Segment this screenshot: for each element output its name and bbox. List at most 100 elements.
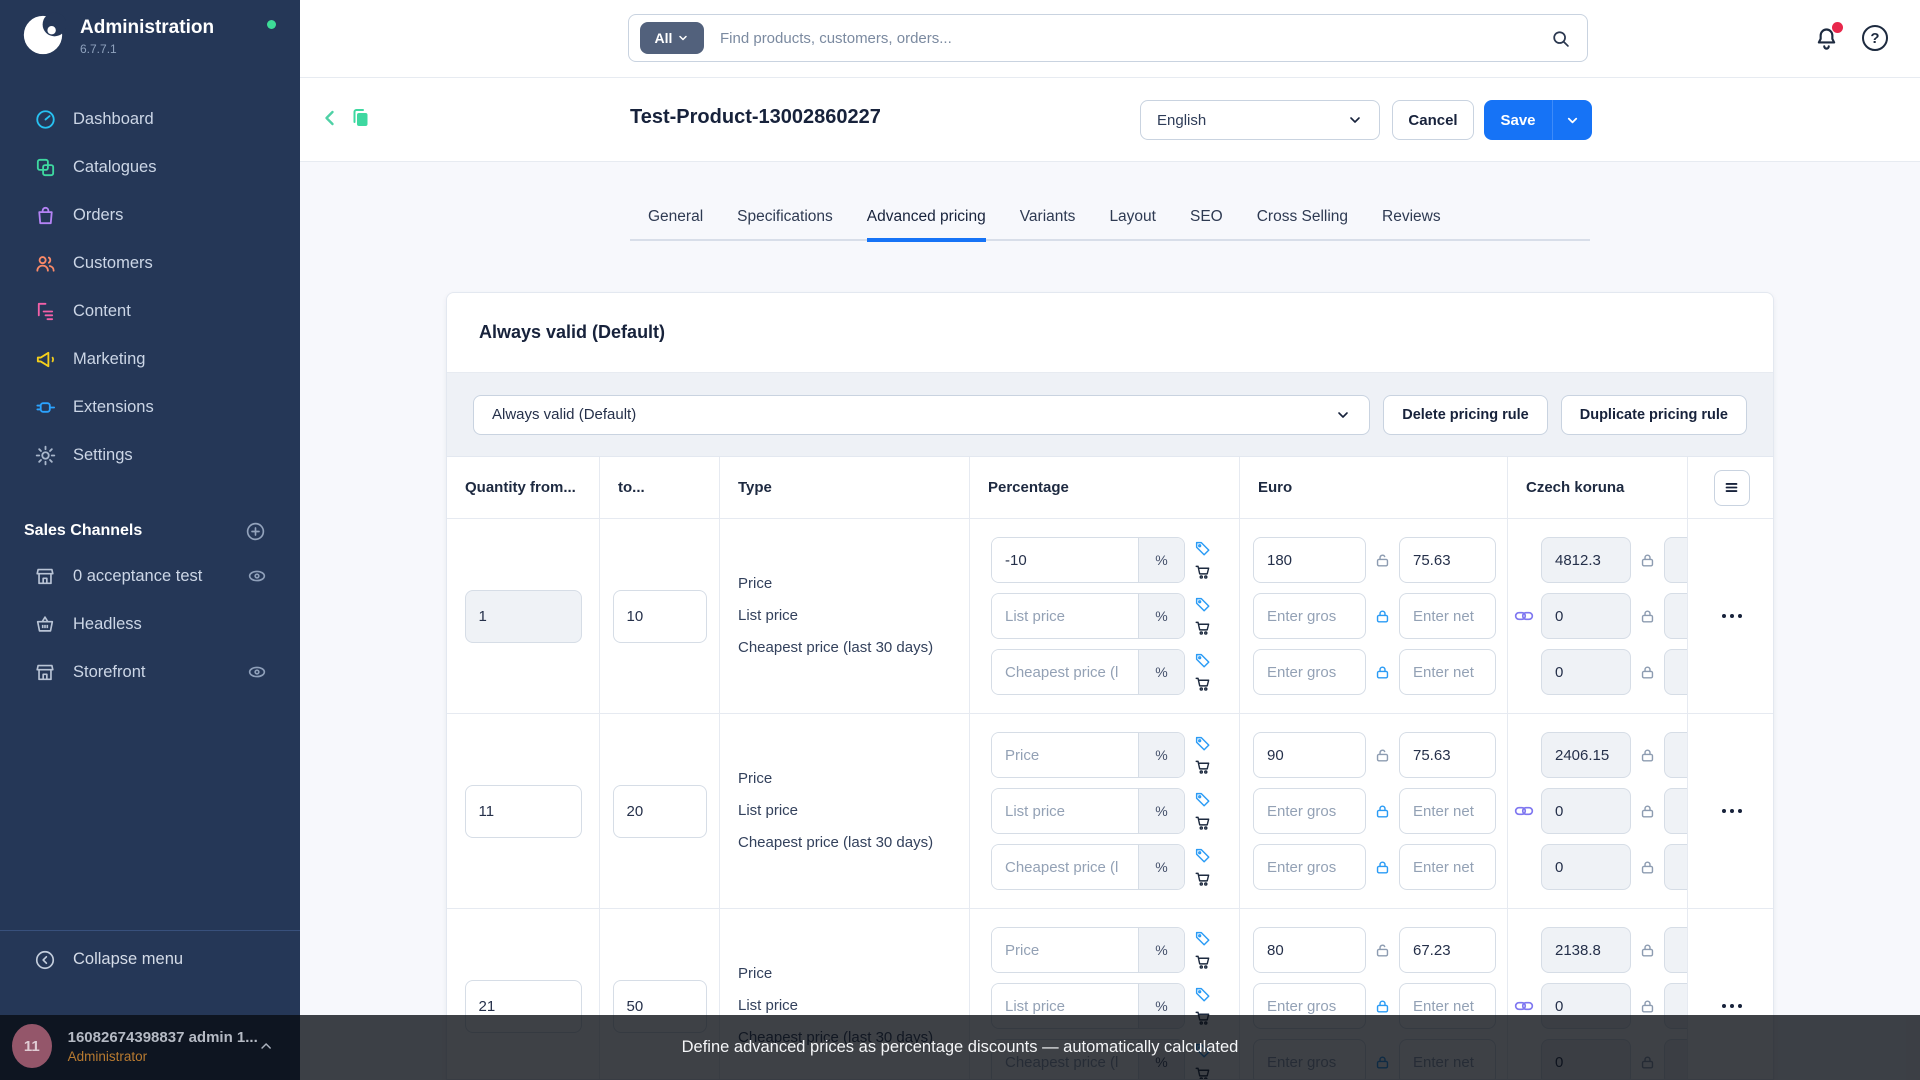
lock-icon[interactable] — [1374, 664, 1391, 681]
user-menu[interactable]: 11 16082674398837 admin 1... Administrat… — [0, 1012, 300, 1080]
tab-reviews[interactable]: Reviews — [1382, 200, 1441, 239]
lock-icon[interactable] — [1374, 998, 1391, 1015]
sidebar-item-extensions[interactable]: Extensions — [0, 383, 300, 431]
euro-gross-input[interactable] — [1253, 844, 1366, 890]
tag-icon[interactable] — [1194, 930, 1212, 948]
tab-cross-selling[interactable]: Cross Selling — [1257, 200, 1348, 239]
tab-layout[interactable]: Layout — [1109, 200, 1156, 239]
global-search[interactable]: All — [628, 14, 1588, 62]
euro-net-input[interactable] — [1399, 593, 1496, 639]
save-options-button[interactable] — [1552, 100, 1592, 140]
sidebar-item-dashboard[interactable]: Dashboard — [0, 95, 300, 143]
back-button[interactable] — [318, 106, 342, 130]
add-sales-channel-icon[interactable] — [245, 521, 266, 542]
tab-advanced-pricing[interactable]: Advanced pricing — [867, 200, 986, 242]
lock-icon[interactable] — [1639, 747, 1656, 764]
tag-icon[interactable] — [1194, 735, 1212, 753]
quantity-from-input[interactable] — [465, 590, 582, 643]
euro-gross-input[interactable] — [1253, 649, 1366, 695]
notifications-button[interactable] — [1813, 25, 1840, 52]
quantity-from-input[interactable] — [465, 785, 582, 838]
euro-net-input[interactable] — [1399, 844, 1496, 890]
search-icon[interactable] — [1550, 28, 1571, 49]
percent-price-input[interactable] — [992, 733, 1138, 777]
tag-icon[interactable] — [1194, 791, 1212, 809]
pricing-rule-select[interactable]: Always valid (Default) — [473, 395, 1370, 435]
sidebar-item-settings[interactable]: Settings — [0, 431, 300, 479]
lock-icon[interactable] — [1639, 998, 1656, 1015]
lock-icon[interactable] — [1639, 608, 1656, 625]
euro-gross-input[interactable] — [1253, 927, 1366, 973]
lock-icon[interactable] — [1639, 664, 1656, 681]
lock-icon[interactable] — [1639, 859, 1656, 876]
save-button[interactable]: Save — [1484, 100, 1552, 140]
sidebar-item-channel-headless[interactable]: Headless — [0, 600, 300, 648]
tab-general[interactable]: General — [648, 200, 703, 239]
sidebar-item-orders[interactable]: Orders — [0, 191, 300, 239]
euro-net-input[interactable] — [1399, 649, 1496, 695]
lock-icon[interactable] — [1639, 552, 1656, 569]
percent-cheapest-price-input[interactable] — [992, 845, 1138, 889]
percent-cheapest-price-input[interactable] — [992, 650, 1138, 694]
sidebar-item-customers[interactable]: Customers — [0, 239, 300, 287]
unlock-icon[interactable] — [1374, 552, 1391, 569]
row-context-menu-button[interactable] — [1722, 614, 1742, 618]
row-context-menu-button[interactable] — [1722, 1004, 1742, 1008]
cart-icon[interactable] — [1194, 563, 1212, 581]
lock-icon[interactable] — [1374, 608, 1391, 625]
cart-icon[interactable] — [1194, 814, 1212, 832]
tag-icon[interactable] — [1194, 540, 1212, 558]
sidebar-item-content[interactable]: Content — [0, 287, 300, 335]
euro-gross-input[interactable] — [1253, 593, 1366, 639]
euro-net-input[interactable] — [1399, 927, 1496, 973]
euro-net-input[interactable] — [1399, 537, 1496, 583]
lock-icon[interactable] — [1374, 859, 1391, 876]
euro-gross-input[interactable] — [1253, 788, 1366, 834]
duplicate-product-button[interactable] — [348, 106, 372, 130]
cart-icon[interactable] — [1194, 758, 1212, 776]
tag-icon[interactable] — [1194, 596, 1212, 614]
euro-net-input[interactable] — [1399, 732, 1496, 778]
sidebar-item-channel-acceptance-test[interactable]: 0 acceptance test — [0, 552, 300, 600]
percent-list-price-input[interactable] — [992, 594, 1138, 638]
percent-list-price-input[interactable] — [992, 789, 1138, 833]
collapse-menu-button[interactable]: Collapse menu — [0, 930, 300, 988]
cart-icon[interactable] — [1194, 619, 1212, 637]
euro-gross-input[interactable] — [1253, 732, 1366, 778]
unlock-icon[interactable] — [1374, 942, 1391, 959]
sidebar-item-channel-storefront[interactable]: Storefront — [0, 648, 300, 696]
cart-icon[interactable] — [1194, 870, 1212, 888]
tab-specifications[interactable]: Specifications — [737, 200, 833, 239]
cart-icon[interactable] — [1194, 953, 1212, 971]
euro-gross-input[interactable] — [1253, 537, 1366, 583]
lock-icon[interactable] — [1374, 803, 1391, 820]
lock-icon[interactable] — [1639, 803, 1656, 820]
visibility-eye-icon[interactable] — [246, 565, 268, 587]
help-button[interactable]: ? — [1862, 25, 1888, 51]
quantity-to-input[interactable] — [613, 785, 707, 838]
euro-net-input[interactable] — [1399, 788, 1496, 834]
visibility-eye-icon[interactable] — [246, 661, 268, 683]
percent-price-input[interactable] — [992, 928, 1138, 972]
duplicate-pricing-rule-button[interactable]: Duplicate pricing rule — [1561, 395, 1747, 435]
sidebar-item-catalogues[interactable]: Catalogues — [0, 143, 300, 191]
tab-variants[interactable]: Variants — [1020, 200, 1076, 239]
tag-icon[interactable] — [1194, 986, 1212, 1004]
cancel-button[interactable]: Cancel — [1392, 100, 1474, 140]
quantity-to-input[interactable] — [613, 590, 707, 643]
tag-icon[interactable] — [1194, 847, 1212, 865]
percent-price-input[interactable] — [992, 538, 1138, 582]
cart-icon[interactable] — [1194, 675, 1212, 693]
unlock-icon[interactable] — [1374, 747, 1391, 764]
language-select[interactable]: English — [1140, 100, 1380, 140]
lock-icon[interactable] — [1639, 942, 1656, 959]
table-settings-button[interactable] — [1714, 470, 1750, 506]
tab-seo[interactable]: SEO — [1190, 200, 1223, 239]
delete-pricing-rule-button[interactable]: Delete pricing rule — [1383, 395, 1548, 435]
row-context-menu-button[interactable] — [1722, 809, 1742, 813]
search-input[interactable] — [704, 30, 1550, 47]
chevron-down-icon — [1565, 113, 1580, 128]
sidebar-item-marketing[interactable]: Marketing — [0, 335, 300, 383]
search-scope-dropdown[interactable]: All — [640, 22, 704, 54]
tag-icon[interactable] — [1194, 652, 1212, 670]
